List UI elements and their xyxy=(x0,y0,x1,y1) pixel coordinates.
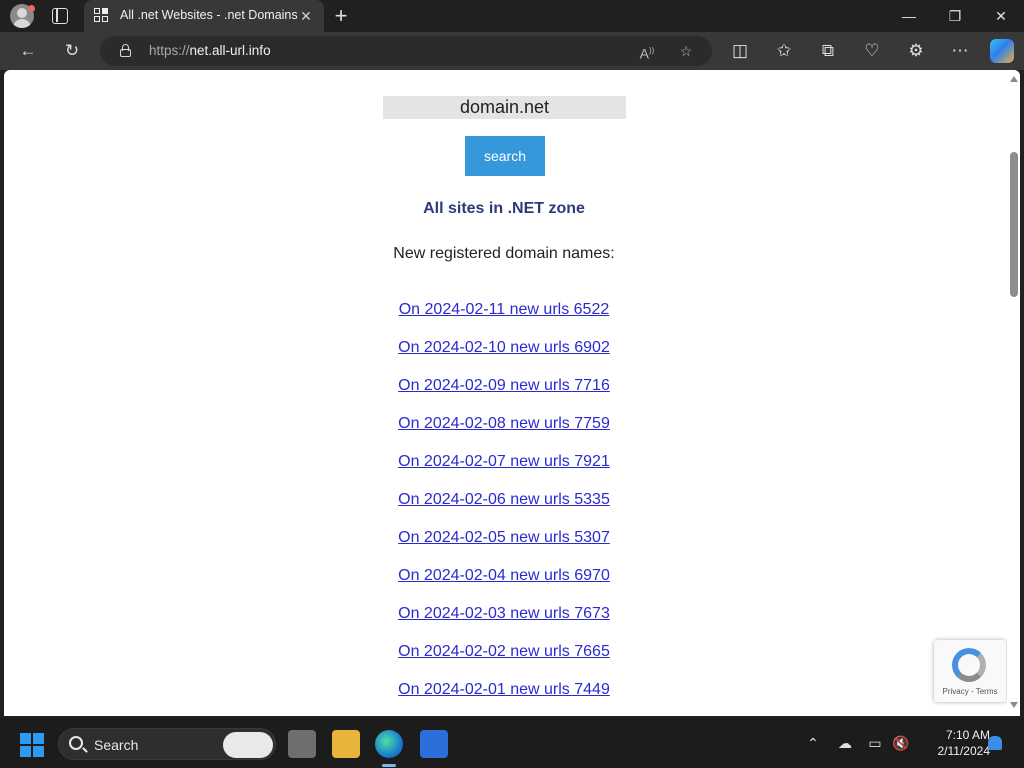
address-bar[interactable]: https://net.all-url.info A)) ☆ xyxy=(100,36,712,66)
date-link[interactable]: On 2024-02-09 new urls 7716 xyxy=(4,377,1004,415)
lock-icon[interactable] xyxy=(120,44,131,57)
page-heading: All sites in .NET zone xyxy=(423,200,585,217)
copilot-icon[interactable] xyxy=(990,39,1014,63)
search-button[interactable]: search xyxy=(465,136,545,176)
page-scrollbar[interactable] xyxy=(1007,70,1020,716)
domain-search-input[interactable]: domain.net xyxy=(383,96,626,119)
site-favicon-icon xyxy=(94,8,110,24)
url-protocol: https:// xyxy=(149,43,190,58)
minimize-button[interactable]: — xyxy=(886,0,932,32)
title-bar: All .net Websites - .net Domains ✕ + — ❐… xyxy=(0,0,1024,32)
refresh-icon[interactable]: ↻ xyxy=(59,38,85,64)
date-link[interactable]: On 2024-02-10 new urls 6902 xyxy=(4,339,1004,377)
profile-notification-dot xyxy=(28,5,35,12)
favorites-icon[interactable]: ✩ xyxy=(771,38,797,64)
close-window-button[interactable]: ✕ xyxy=(978,0,1024,32)
notification-bell-icon[interactable] xyxy=(988,736,1002,750)
date-link[interactable]: On 2024-02-11 new urls 6522 xyxy=(4,301,1004,339)
recaptcha-logo-icon xyxy=(952,648,986,682)
show-hidden-icons-chevron-icon[interactable]: ⌃ xyxy=(804,734,822,752)
scroll-up-arrow-icon[interactable] xyxy=(1010,76,1018,82)
favorite-star-icon[interactable]: ☆ xyxy=(675,40,697,62)
tab-title: All .net Websites - .net Domains xyxy=(120,8,298,22)
split-screen-icon[interactable]: ◫ xyxy=(727,38,753,64)
date-link-list: On 2024-02-11 new urls 6522 On 2024-02-1… xyxy=(4,301,1004,716)
date-link[interactable]: On 2024-02-07 new urls 7921 xyxy=(4,453,1004,491)
back-arrow-icon[interactable]: ← xyxy=(15,38,41,64)
tab-close-icon[interactable]: ✕ xyxy=(296,6,316,26)
recaptcha-privacy-terms[interactable]: Privacy - Terms xyxy=(934,687,1006,696)
browser-toolbar: ← ↻ https://net.all-url.info A)) ☆ ◫ ✩ ⧉… xyxy=(0,32,1024,70)
edge-active-indicator xyxy=(382,764,396,767)
new-tab-button[interactable]: + xyxy=(330,4,352,28)
url-host: net.all-url.info xyxy=(189,43,271,58)
windows-taskbar: Search ⌃ ☁ ▭ 🔇 7:10 AM 2/11/2024 xyxy=(0,718,1024,768)
search-icon xyxy=(69,736,83,750)
search-highlight-icon[interactable] xyxy=(223,732,273,758)
taskbar-search-box[interactable]: Search xyxy=(58,728,276,760)
date-link[interactable]: On 2024-02-04 new urls 6970 xyxy=(4,567,1004,605)
windows-start-icon[interactable] xyxy=(20,733,44,757)
clock-time: 7:10 AM xyxy=(945,728,990,742)
more-options-icon[interactable]: ⋯ xyxy=(947,38,973,64)
recaptcha-badge[interactable]: Privacy - Terms xyxy=(934,640,1006,702)
scrollbar-thumb[interactable] xyxy=(1010,152,1018,297)
file-explorer-icon[interactable] xyxy=(332,730,360,758)
tab-actions-icon[interactable] xyxy=(52,8,68,24)
date-link[interactable]: On 2024-02-08 new urls 7759 xyxy=(4,415,1004,453)
taskbar-search-label: Search xyxy=(94,737,139,753)
date-link[interactable]: On 2024-02-01 new urls 7449 xyxy=(4,681,1004,716)
collections-icon[interactable]: ⧉ xyxy=(815,38,841,64)
system-clock[interactable]: 7:10 AM 2/11/2024 xyxy=(918,727,991,759)
microsoft-store-icon[interactable] xyxy=(420,730,448,758)
page-viewport: domain.net search All sites in .NET zone… xyxy=(4,70,1020,716)
browser-essentials-icon[interactable]: ♡ xyxy=(859,38,885,64)
page-subheading: New registered domain names: xyxy=(393,245,615,262)
volume-muted-icon[interactable]: 🔇 xyxy=(892,734,910,752)
date-link[interactable]: On 2024-02-02 new urls 7665 xyxy=(4,643,1004,681)
date-link[interactable]: On 2024-02-03 new urls 7673 xyxy=(4,605,1004,643)
edge-browser-icon[interactable] xyxy=(375,730,403,758)
date-link[interactable]: On 2024-02-06 new urls 5335 xyxy=(4,491,1004,529)
network-icon[interactable]: ▭ xyxy=(866,734,884,752)
onedrive-icon[interactable]: ☁ xyxy=(836,734,854,752)
extensions-icon[interactable]: ⚙ xyxy=(903,38,929,64)
read-aloud-icon[interactable]: A)) xyxy=(636,40,658,62)
browser-tab-active[interactable]: All .net Websites - .net Domains ✕ xyxy=(84,0,324,32)
scroll-down-arrow-icon[interactable] xyxy=(1010,702,1018,708)
url-text[interactable]: https://net.all-url.info xyxy=(149,43,271,58)
restore-button[interactable]: ❐ xyxy=(932,0,978,32)
page-content: domain.net search All sites in .NET zone… xyxy=(4,70,1004,716)
task-view-icon[interactable] xyxy=(288,730,316,758)
clock-date: 2/11/2024 xyxy=(937,744,991,758)
date-link[interactable]: On 2024-02-05 new urls 5307 xyxy=(4,529,1004,567)
